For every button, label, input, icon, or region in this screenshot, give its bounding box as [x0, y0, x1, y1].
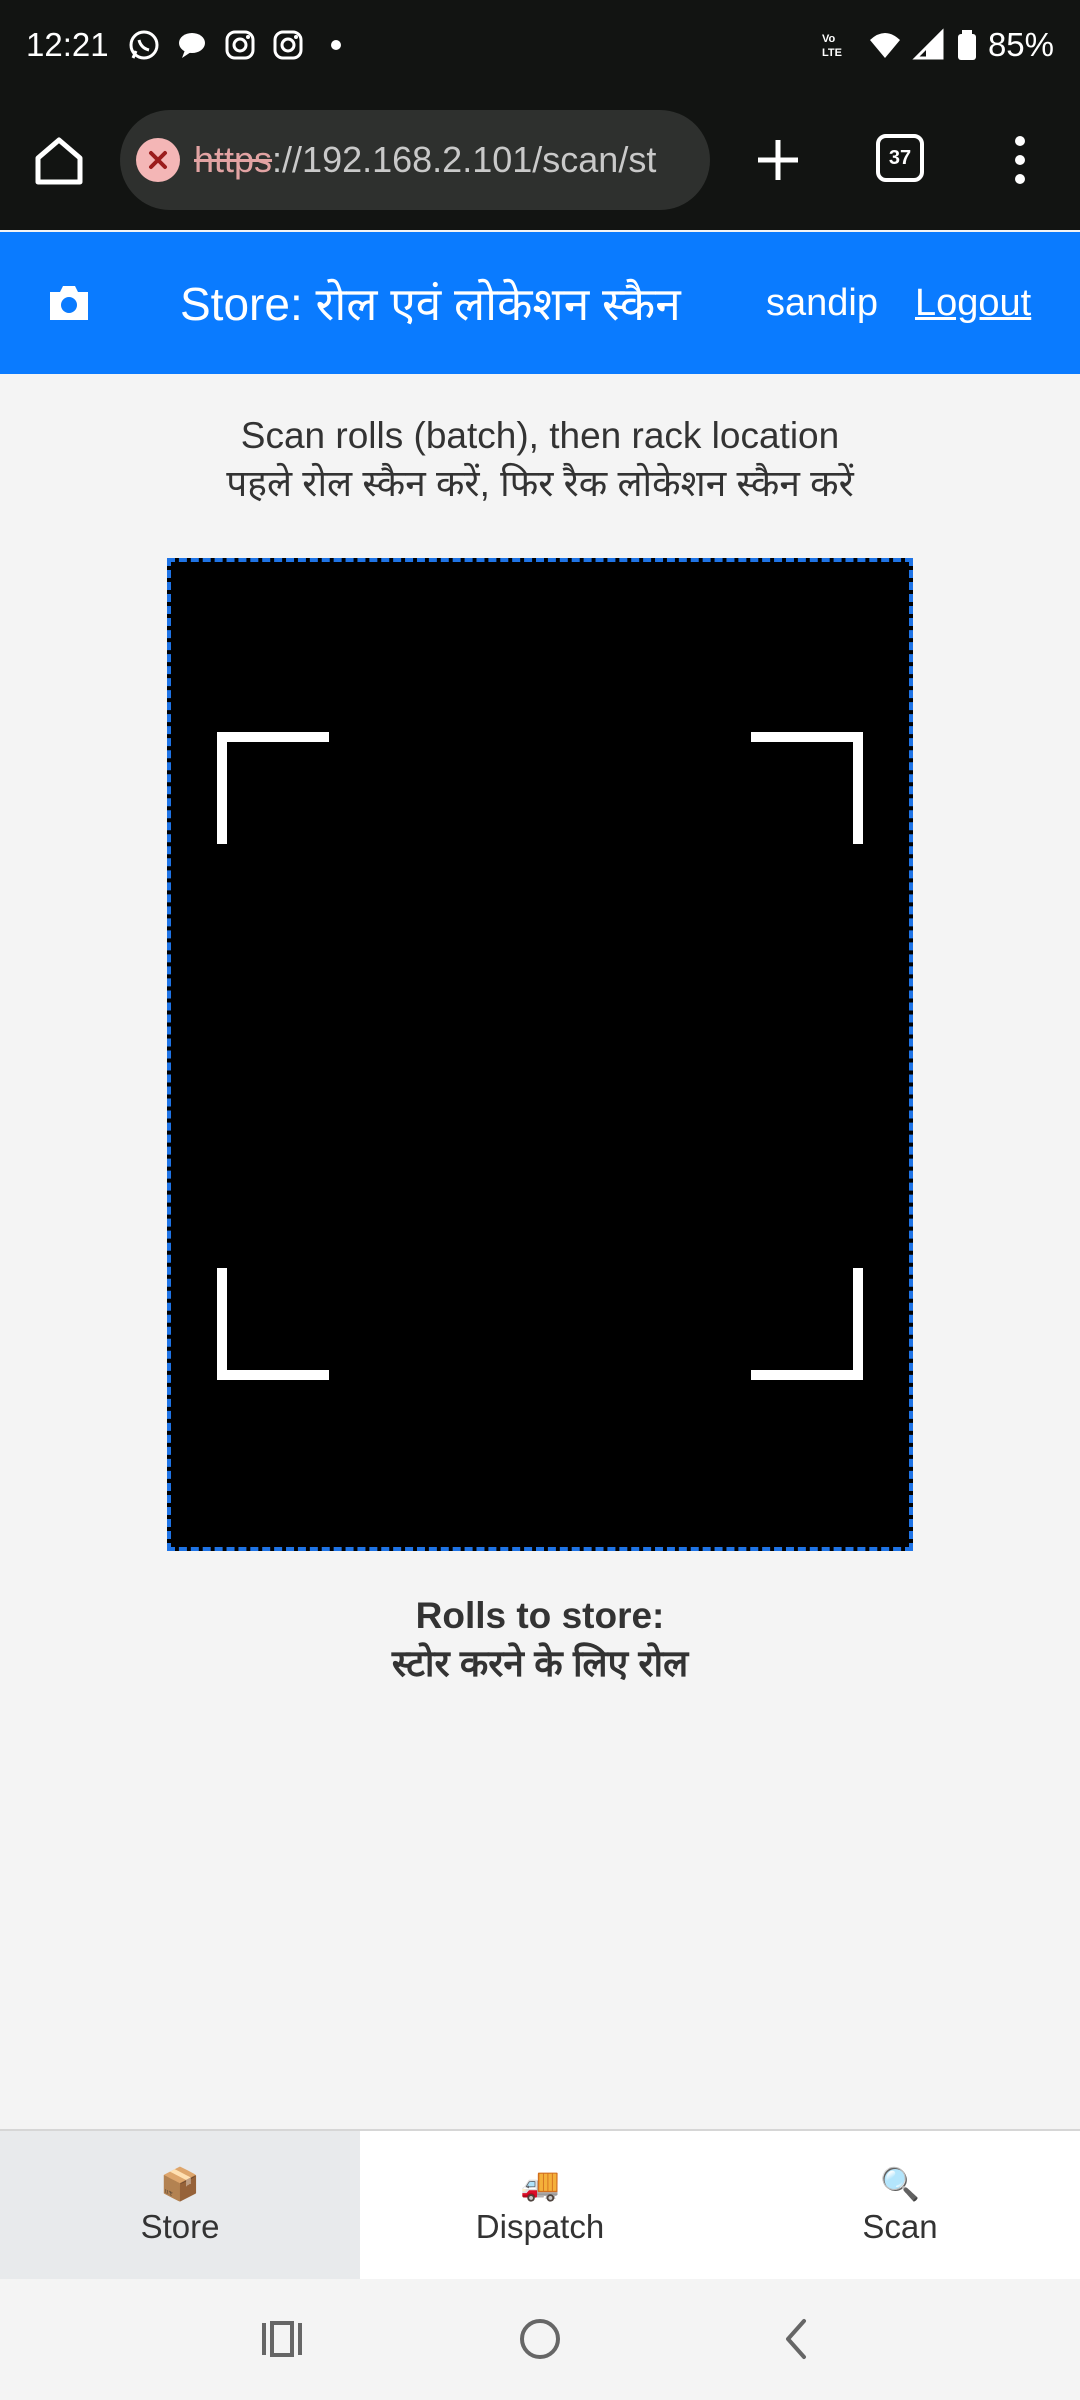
menu-dot — [1015, 136, 1025, 146]
app-header: Store: रोल एवं लोकेशन स्कैन sandip Logou… — [0, 232, 1080, 374]
camera-icon[interactable] — [46, 280, 92, 326]
camera-scanner-view[interactable] — [167, 558, 913, 1551]
nav-store-label: Store — [140, 2208, 220, 2245]
menu-dot — [1015, 174, 1025, 184]
url-scheme: https — [194, 139, 273, 180]
new-tab-button[interactable] — [748, 130, 808, 190]
page-title: Store: रोल एवं लोकेशन स्कैन — [180, 278, 681, 330]
status-time: 12:21 — [26, 26, 109, 63]
scan-frame-corner-bottom-left — [217, 1268, 329, 1380]
back-button[interactable] — [766, 2309, 826, 2369]
rolls-title-english: Rolls to store: — [415, 1595, 665, 1636]
rolls-title-hindi: स्टोर करने के लिए रोल — [391, 1643, 689, 1684]
tab-switcher-button[interactable]: 37 — [876, 134, 924, 182]
bottom-nav: 📦 Store 🚚 Dispatch 🔍 Scan — [0, 2129, 1080, 2279]
nav-store[interactable]: 📦 Store — [0, 2131, 360, 2279]
menu-dot — [1015, 155, 1025, 165]
svg-text:LTE: LTE — [822, 47, 842, 59]
home-icon — [35, 137, 83, 185]
recents-icon — [262, 2321, 302, 2357]
browser-toolbar: https://192.168.2.101/scan/st 37 — [0, 90, 1080, 230]
battery-percent: 85% — [987, 26, 1054, 63]
volte-icon: Vo LTE — [818, 28, 858, 62]
magnifier-icon: 🔍 — [880, 2166, 920, 2202]
instructions: Scan rolls (batch), then rack location प… — [0, 412, 1080, 508]
notification-icons — [127, 28, 353, 62]
logout-link[interactable]: Logout — [915, 282, 1031, 325]
username: sandip — [766, 282, 878, 324]
scan-frame-corner-top-left — [217, 732, 329, 844]
status-right: Vo LTE 85% — [818, 26, 1054, 64]
back-icon — [786, 2319, 806, 2359]
scan-frame-corner-bottom-right — [751, 1268, 863, 1380]
nav-dispatch-label: Dispatch — [475, 2208, 605, 2245]
rolls-to-store-section: Rolls to store: स्टोर करने के लिए रोल — [0, 1592, 1080, 1688]
address-bar[interactable]: https://192.168.2.101/scan/st — [120, 110, 710, 210]
nav-scan[interactable]: 🔍 Scan — [720, 2131, 1080, 2279]
plus-icon — [758, 140, 798, 180]
nav-dispatch[interactable]: 🚚 Dispatch — [360, 2131, 720, 2279]
scan-frame-corner-top-right — [751, 732, 863, 844]
not-secure-icon[interactable] — [136, 138, 180, 182]
truck-icon: 🚚 — [520, 2166, 560, 2202]
instruction-english: Scan rolls (batch), then rack location — [240, 415, 840, 456]
wifi-icon — [868, 28, 902, 62]
url-text: https://192.168.2.101/scan/st — [194, 139, 656, 181]
home-circle-icon — [520, 2319, 560, 2359]
battery-icon — [956, 28, 978, 62]
nav-scan-label: Scan — [862, 2208, 938, 2245]
signal-icon — [912, 28, 946, 62]
recents-button[interactable] — [252, 2309, 312, 2369]
browser-menu-button[interactable] — [1000, 128, 1040, 192]
url-path: ://192.168.2.101/scan/st — [272, 139, 657, 180]
instagram-icon — [271, 28, 305, 62]
dot-icon — [319, 28, 353, 62]
system-nav-bar — [0, 2279, 1080, 2400]
status-bar: 12:21 Vo LTE 85% — [0, 0, 1080, 90]
chat-bubble-icon — [175, 28, 209, 62]
whatsapp-icon — [127, 28, 161, 62]
svg-text:Vo: Vo — [822, 33, 836, 45]
home-button[interactable] — [510, 2309, 570, 2369]
instagram-icon — [223, 28, 257, 62]
package-icon: 📦 — [160, 2166, 200, 2202]
instruction-hindi: पहले रोल स्कैन करें, फिर रैक लोकेशन स्कै… — [226, 463, 854, 504]
browser-home-button[interactable] — [30, 132, 88, 190]
